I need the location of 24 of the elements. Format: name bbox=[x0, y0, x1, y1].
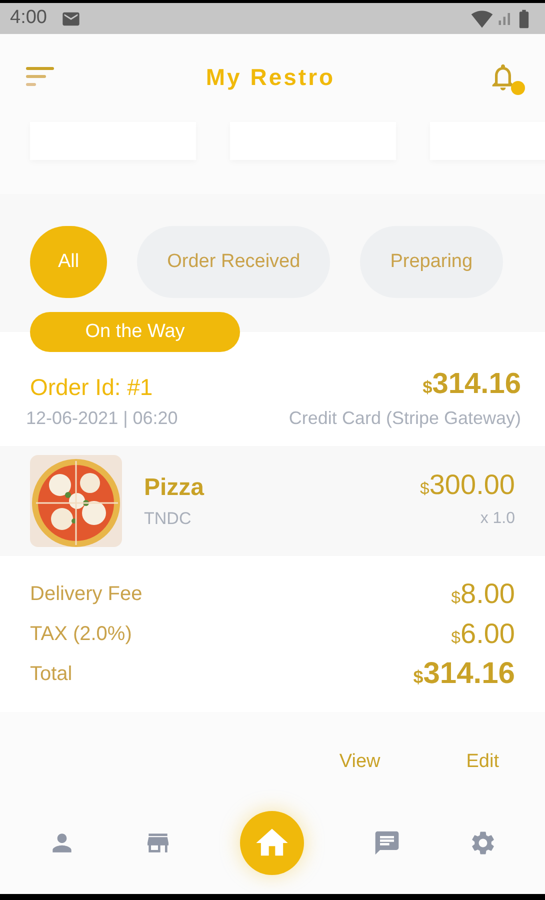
item-quantity: x 1.0 bbox=[480, 509, 515, 529]
item-name: Pizza bbox=[144, 473, 206, 504]
order-action-link[interactable]: View bbox=[339, 748, 380, 776]
summary-value: $314.16 bbox=[413, 659, 515, 689]
filter-chip[interactable]: Preparing bbox=[360, 226, 503, 298]
summary-label: Total bbox=[30, 662, 72, 687]
summary-label: TAX (2.0%) bbox=[30, 622, 132, 647]
item-code: TNDC bbox=[144, 508, 192, 530]
order-total: $314.16 bbox=[422, 370, 521, 399]
summary-value: $8.00 bbox=[451, 580, 515, 608]
filter-chip[interactable]: Order Received bbox=[137, 226, 330, 298]
order-datetime: 12-06-2021 | 06:20 bbox=[26, 407, 178, 430]
order-id: Order Id: #1 bbox=[30, 376, 153, 399]
summary-label: Delivery Fee bbox=[30, 582, 142, 607]
app-title: My Restro bbox=[204, 62, 336, 92]
payment-method: Credit Card (Stripe Gateway) bbox=[288, 407, 521, 430]
item-price: $300.00 bbox=[420, 471, 515, 499]
order-action-link[interactable]: Edit bbox=[466, 748, 499, 776]
order-status-badge: On the Way bbox=[30, 312, 240, 352]
filter-chip[interactable]: All bbox=[30, 226, 108, 298]
summary-value: $6.00 bbox=[451, 620, 515, 648]
chat-icon[interactable] bbox=[372, 829, 401, 857]
menu-icon[interactable] bbox=[26, 67, 54, 87]
status-time: 4:00 bbox=[10, 6, 47, 30]
